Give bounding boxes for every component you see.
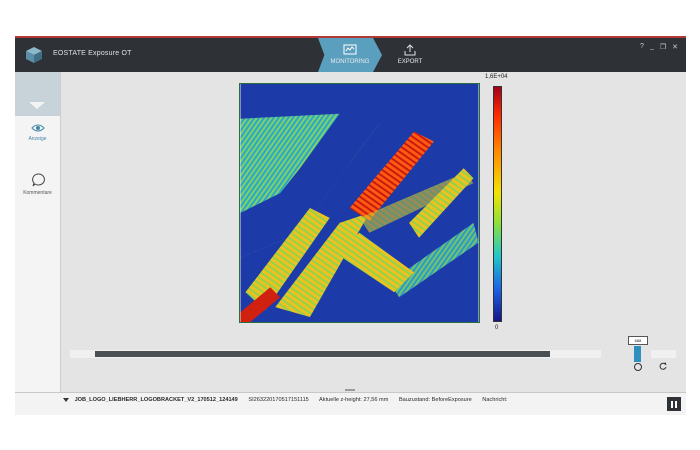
colorbar [493, 86, 502, 322]
colorbar-min-label: 0 [495, 325, 499, 331]
sidebar-item-label: Kommentare [23, 190, 52, 196]
layer-slider-track[interactable] [70, 350, 601, 358]
pause-icon-bar [675, 401, 677, 408]
job-name: JOB_LOGO_LIEBHERR_LOGOBRACKET_V2_170512_… [74, 397, 238, 403]
pause-button[interactable] [667, 397, 681, 411]
app-window: EOSTATE Exposure OT MONITORING EXPORT ? … [15, 36, 686, 415]
sidebar: Anzeige Kommentare [15, 72, 61, 415]
window-controls: ? _ ❐ ✕ [640, 43, 678, 51]
comment-icon [31, 173, 45, 187]
app-title: EOSTATE Exposure OT [53, 50, 132, 57]
app-logo-icon [26, 47, 42, 63]
pause-icon [671, 401, 673, 408]
sidebar-item-anzeige[interactable]: Anzeige [15, 118, 60, 158]
chevron-down-icon[interactable] [63, 397, 69, 402]
job-id: SI263220170517151115 [248, 397, 309, 403]
close-button[interactable]: ✕ [672, 43, 678, 51]
layer-indicator-icon[interactable] [634, 363, 642, 371]
tab-monitoring[interactable]: MONITORING [318, 38, 382, 72]
exposure-heatmap [239, 83, 480, 323]
panel-resize-handle[interactable] [345, 389, 355, 391]
sidebar-item-label: Anzeige [28, 136, 47, 142]
bauzustand: Bauzustand: BeforeExposure [398, 397, 472, 403]
monitoring-icon [343, 44, 357, 55]
slider-right-track[interactable] [651, 350, 676, 358]
nachricht: Nachricht: [482, 397, 508, 403]
colorbar-max-label: 1,6E+04 [485, 74, 508, 80]
tab-export[interactable]: EXPORT [378, 38, 442, 72]
tab-monitoring-label: MONITORING [330, 59, 370, 65]
sidebar-collapse-button[interactable] [15, 72, 60, 116]
chevron-down-icon [29, 102, 45, 109]
refresh-icon[interactable] [659, 362, 667, 370]
layer-slider-thumb[interactable] [634, 346, 641, 362]
job-info-row[interactable]: JOB_LOGO_LIEBHERR_LOGOBRACKET_V2_170512_… [63, 397, 516, 403]
restore-button[interactable]: ❐ [660, 43, 666, 51]
help-button[interactable]: ? [640, 43, 644, 51]
layer-slider-value: 688 [628, 336, 648, 345]
job-statusbar: JOB_LOGO_LIEBHERR_LOGOBRACKET_V2_170512_… [15, 392, 686, 415]
layer-slider-fill [95, 351, 550, 357]
sidebar-item-kommentare[interactable]: Kommentare [15, 168, 60, 208]
eye-icon [30, 124, 45, 132]
minimize-button[interactable]: _ [650, 43, 654, 51]
tab-export-label: EXPORT [397, 59, 423, 65]
z-height: Aktuelle z-height: 27,56 mm [319, 397, 389, 403]
export-icon [404, 44, 416, 56]
title-bar: EOSTATE Exposure OT MONITORING EXPORT ? … [15, 36, 686, 72]
